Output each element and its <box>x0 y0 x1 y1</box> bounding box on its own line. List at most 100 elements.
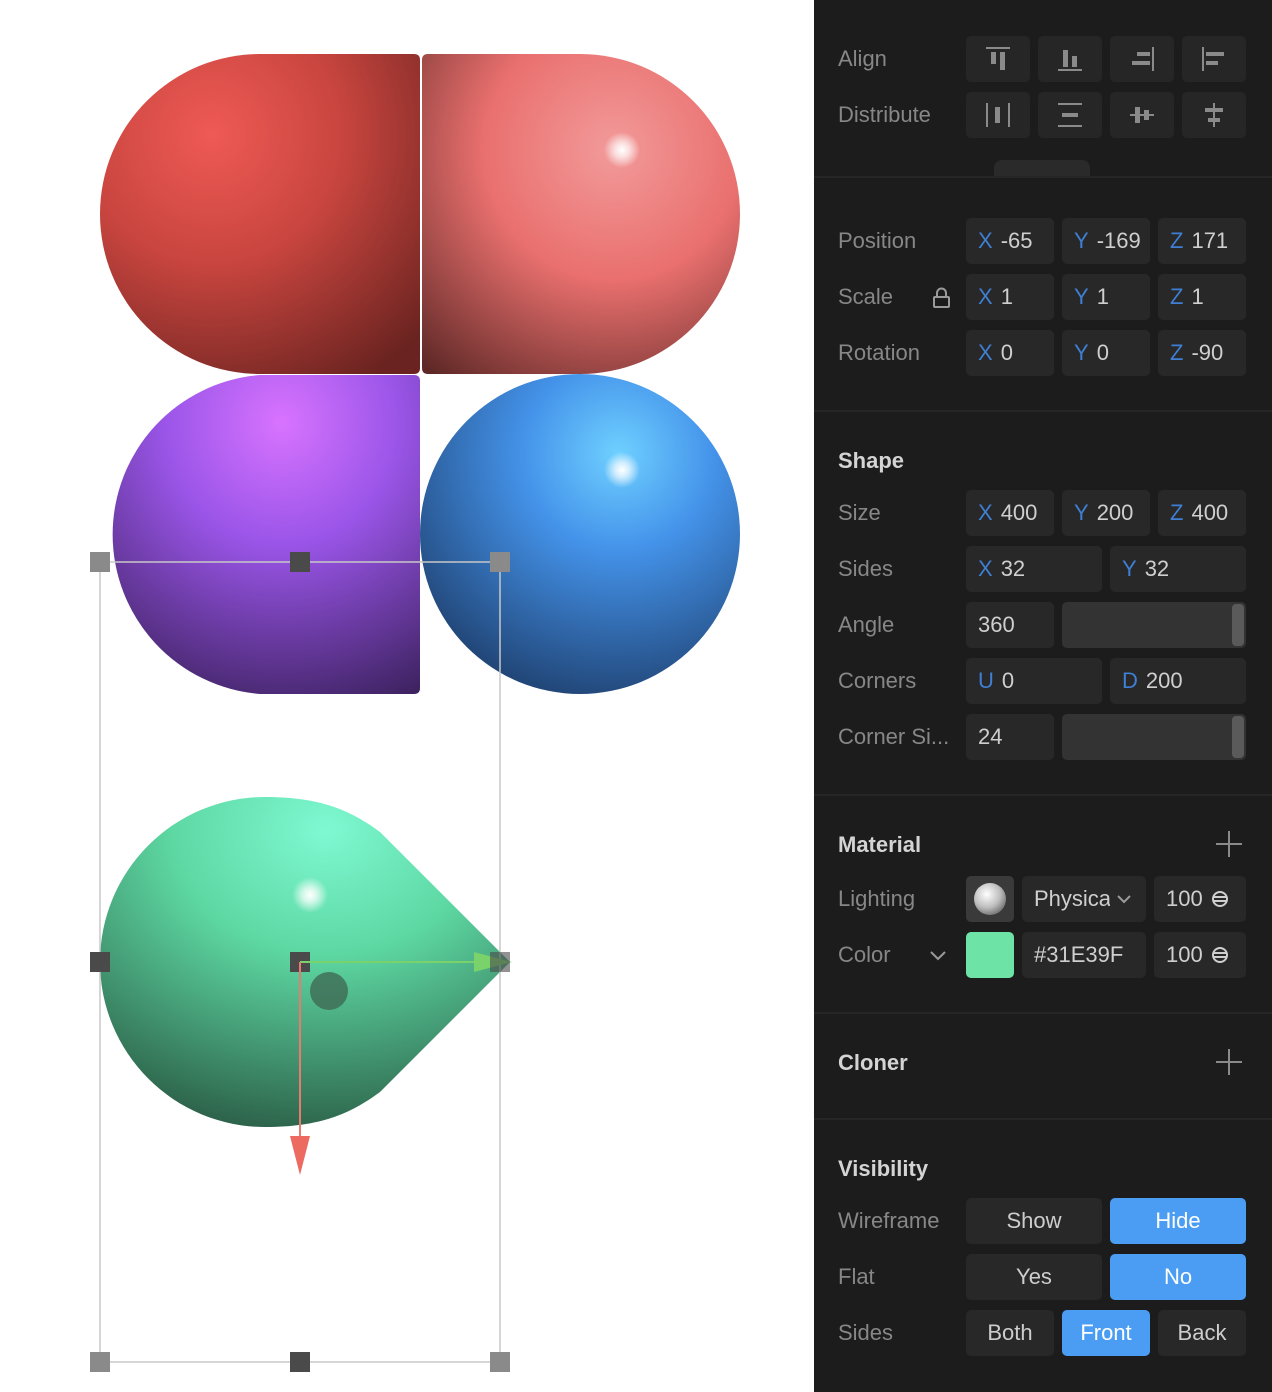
axis-z-label: Z <box>1170 228 1184 253</box>
lighting-opacity-value: 100 <box>1166 886 1203 911</box>
size-y-input[interactable]: Y 200 <box>1062 490 1150 536</box>
add-material-icon[interactable] <box>1216 831 1242 857</box>
slider-knob[interactable] <box>1232 604 1244 646</box>
resize-handle[interactable] <box>490 952 510 972</box>
corners-u-value: 0 <box>1001 668 1015 693</box>
chevron-down-icon[interactable] <box>929 950 947 962</box>
sides-back-button[interactable]: Back <box>1158 1310 1246 1356</box>
material-section-title: Material <box>838 832 922 857</box>
distribute-center-vertical-button[interactable] <box>1182 92 1246 138</box>
corner-size-input[interactable]: 24 <box>966 714 1054 760</box>
axis-x-label: X <box>978 340 993 365</box>
purple-capsule-half[interactable] <box>112 375 420 694</box>
resize-handle[interactable] <box>90 952 110 972</box>
axis-y-label: Y <box>1074 340 1089 365</box>
align-top-button[interactable] <box>966 36 1030 82</box>
resize-handle[interactable] <box>490 552 510 572</box>
angle-slider[interactable] <box>1062 602 1246 648</box>
slider-knob[interactable] <box>1232 716 1244 758</box>
sides-x-input[interactable]: X 32 <box>966 546 1102 592</box>
corner-size-value: 24 <box>978 724 1003 749</box>
resize-handle[interactable] <box>90 552 110 572</box>
y-axis-arrow[interactable] <box>290 1136 310 1175</box>
color-hex-input[interactable]: #31E39F <box>1022 932 1146 978</box>
rotation-z-value: -90 <box>1191 340 1224 365</box>
axis-z-label: Z <box>1170 340 1184 365</box>
align-right-button[interactable] <box>1110 36 1174 82</box>
sides-visibility-label: Sides <box>838 1320 894 1345</box>
sides-x-value: 32 <box>1000 556 1026 581</box>
sides-both-button[interactable]: Both <box>966 1310 1054 1356</box>
position-z-input[interactable]: Z 171 <box>1158 218 1246 264</box>
size-x-input[interactable]: X 400 <box>966 490 1054 536</box>
rotation-z-input[interactable]: Z -90 <box>1158 330 1246 376</box>
lighting-mode-select[interactable]: Physical <box>1022 876 1146 922</box>
distribute-center-horizontal-button[interactable] <box>1038 92 1102 138</box>
opacity-icon <box>1211 891 1228 907</box>
resize-handle[interactable] <box>490 1352 510 1372</box>
red-left-capsule-half[interactable] <box>100 54 420 374</box>
position-x-value: -65 <box>1000 228 1033 253</box>
size-z-input[interactable]: Z 400 <box>1158 490 1246 536</box>
lighting-mode-value: Physical <box>1034 886 1110 911</box>
corners-d-input[interactable]: D 200 <box>1110 658 1246 704</box>
flat-no-button[interactable]: No <box>1110 1254 1246 1300</box>
scene[interactable] <box>0 0 814 1392</box>
scale-z-value: 1 <box>1191 284 1204 309</box>
blue-sphere[interactable] <box>420 374 740 694</box>
canvas-viewport[interactable] <box>0 0 814 1392</box>
wireframe-show-button[interactable]: Show <box>966 1198 1102 1244</box>
corner-size-label: Corner Si... <box>838 724 950 749</box>
sides-y-input[interactable]: Y 32 <box>1110 546 1246 592</box>
axis-z-label: Z <box>1170 284 1184 309</box>
rotation-x-value: 0 <box>1000 340 1013 365</box>
position-y-input[interactable]: Y -169 <box>1062 218 1150 264</box>
position-x-input[interactable]: X -65 <box>966 218 1054 264</box>
color-opacity-input[interactable]: 100 <box>1154 932 1246 978</box>
scale-z-input[interactable]: Z1 <box>1158 274 1246 320</box>
resize-handle[interactable] <box>90 1352 110 1372</box>
specular-highlight <box>604 452 640 488</box>
align-top-icon <box>986 47 1010 70</box>
rotation-y-value: 0 <box>1096 340 1109 365</box>
rotation-x-input[interactable]: X0 <box>966 330 1054 376</box>
color-swatch[interactable] <box>966 932 1014 978</box>
distribute-horizontal-button[interactable] <box>966 92 1030 138</box>
align-left-icon <box>1202 47 1224 71</box>
chevron-down-icon <box>1117 895 1131 904</box>
scale-label: Scale <box>838 284 894 309</box>
lighting-opacity-input[interactable]: 100 <box>1154 876 1246 922</box>
size-label: Size <box>838 500 881 525</box>
distribute-vertical-button[interactable] <box>1110 92 1174 138</box>
scale-y-input[interactable]: Y1 <box>1062 274 1150 320</box>
corners-u-input[interactable]: U0 <box>966 658 1102 704</box>
flat-yes-button[interactable]: Yes <box>966 1254 1102 1300</box>
add-cloner-icon[interactable] <box>1216 1049 1242 1075</box>
red-right-capsule-half[interactable] <box>422 54 740 374</box>
corner-size-slider[interactable] <box>1062 714 1246 760</box>
rotate-handle[interactable] <box>310 972 348 1010</box>
specular-highlight <box>292 877 328 913</box>
align-left-button[interactable] <box>1182 36 1246 82</box>
angle-input[interactable]: 360 <box>966 602 1054 648</box>
lighting-preview-button[interactable] <box>966 876 1014 922</box>
sides-front-button[interactable]: Front <box>1062 1310 1150 1356</box>
lighting-label: Lighting <box>838 886 916 911</box>
axis-y-label: Y <box>1122 556 1137 581</box>
color-opacity-value: 100 <box>1166 942 1203 967</box>
wireframe-hide-button[interactable]: Hide <box>1110 1198 1246 1244</box>
resize-handle[interactable] <box>290 552 310 572</box>
lock-icon[interactable] <box>932 287 952 309</box>
align-right-icon <box>1132 47 1154 71</box>
resize-handle[interactable] <box>290 1352 310 1372</box>
position-y-value: -169 <box>1096 228 1141 253</box>
axis-d-label: D <box>1122 668 1138 693</box>
angle-label: Angle <box>838 612 895 637</box>
divider <box>814 1012 1272 1014</box>
scale-x-input[interactable]: X1 <box>966 274 1054 320</box>
flat-label: Flat <box>838 1264 875 1289</box>
collapse-tab[interactable] <box>994 160 1090 176</box>
distribute-center-vertical-icon <box>1205 103 1223 127</box>
align-bottom-button[interactable] <box>1038 36 1102 82</box>
rotation-y-input[interactable]: Y0 <box>1062 330 1150 376</box>
